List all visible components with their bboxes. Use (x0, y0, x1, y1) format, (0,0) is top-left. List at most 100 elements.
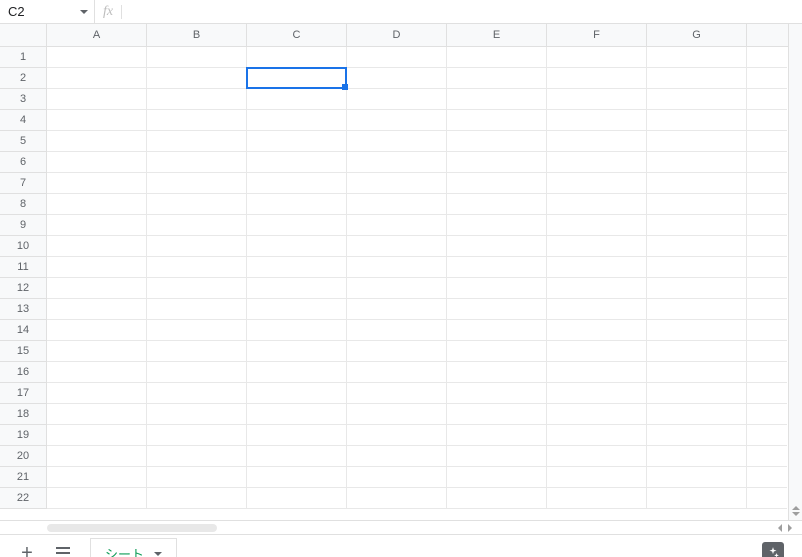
cell[interactable] (447, 152, 547, 173)
cell[interactable] (747, 488, 787, 509)
select-all-corner[interactable] (0, 24, 47, 46)
cell[interactable] (47, 152, 147, 173)
cell[interactable] (247, 131, 347, 152)
scroll-up-icon[interactable] (792, 506, 800, 510)
cell[interactable] (147, 257, 247, 278)
explore-button[interactable] (762, 542, 784, 557)
cell[interactable] (447, 425, 547, 446)
column-header[interactable]: F (547, 24, 647, 46)
cell[interactable] (147, 236, 247, 257)
cell[interactable] (747, 383, 787, 404)
cell[interactable] (647, 236, 747, 257)
cell[interactable] (147, 215, 247, 236)
cell[interactable] (147, 383, 247, 404)
cell[interactable] (147, 467, 247, 488)
cell[interactable] (747, 467, 787, 488)
cell[interactable] (47, 215, 147, 236)
cell[interactable] (347, 110, 447, 131)
cell[interactable] (247, 236, 347, 257)
cell[interactable] (547, 110, 647, 131)
row-header[interactable]: 21 (0, 467, 47, 488)
cell[interactable] (147, 278, 247, 299)
cell[interactable] (447, 467, 547, 488)
cell[interactable] (347, 215, 447, 236)
cell[interactable] (447, 404, 547, 425)
cell[interactable] (47, 488, 147, 509)
cell[interactable] (347, 425, 447, 446)
cell[interactable] (447, 341, 547, 362)
cell[interactable] (247, 320, 347, 341)
cell[interactable] (47, 278, 147, 299)
cell[interactable] (747, 341, 787, 362)
row-header[interactable]: 6 (0, 152, 47, 173)
cell[interactable] (47, 362, 147, 383)
cell[interactable] (547, 278, 647, 299)
cell[interactable] (647, 488, 747, 509)
cell[interactable] (247, 488, 347, 509)
cell[interactable] (547, 194, 647, 215)
cell[interactable] (547, 467, 647, 488)
sheet-tab[interactable]: シート (90, 538, 177, 557)
cell[interactable] (247, 299, 347, 320)
cell[interactable] (447, 257, 547, 278)
cell[interactable] (347, 152, 447, 173)
cell[interactable] (747, 362, 787, 383)
row-header[interactable]: 18 (0, 404, 47, 425)
column-header[interactable]: C (247, 24, 347, 46)
cell[interactable] (547, 236, 647, 257)
cell[interactable] (647, 47, 747, 68)
cell[interactable] (647, 68, 747, 89)
cell[interactable] (547, 425, 647, 446)
cell[interactable] (547, 89, 647, 110)
cell[interactable] (47, 68, 147, 89)
chevron-down-icon[interactable] (80, 10, 88, 14)
row-header[interactable]: 22 (0, 488, 47, 509)
cell[interactable] (247, 110, 347, 131)
row-header[interactable]: 7 (0, 173, 47, 194)
cell[interactable] (447, 299, 547, 320)
row-header[interactable]: 3 (0, 89, 47, 110)
cell[interactable] (47, 467, 147, 488)
cell[interactable] (47, 383, 147, 404)
cell[interactable] (47, 257, 147, 278)
cell[interactable] (347, 299, 447, 320)
cell[interactable] (747, 320, 787, 341)
cell[interactable] (747, 446, 787, 467)
cell[interactable] (447, 89, 547, 110)
row-header[interactable]: 4 (0, 110, 47, 131)
cell[interactable] (547, 152, 647, 173)
cell[interactable] (547, 173, 647, 194)
cell[interactable] (47, 131, 147, 152)
cell[interactable] (347, 341, 447, 362)
cell[interactable] (47, 425, 147, 446)
column-header[interactable]: B (147, 24, 247, 46)
horizontal-scrollbar-thumb[interactable] (47, 524, 217, 532)
cell[interactable] (647, 446, 747, 467)
cell[interactable] (247, 278, 347, 299)
cell[interactable] (347, 446, 447, 467)
cell[interactable] (447, 47, 547, 68)
cell[interactable] (547, 341, 647, 362)
cell[interactable] (447, 194, 547, 215)
name-box[interactable]: C2 (0, 0, 94, 23)
cell[interactable] (147, 194, 247, 215)
column-header[interactable] (747, 24, 787, 46)
cell[interactable] (147, 362, 247, 383)
cell[interactable] (347, 257, 447, 278)
cell[interactable] (747, 47, 787, 68)
cell[interactable] (147, 299, 247, 320)
cell[interactable] (247, 257, 347, 278)
cell[interactable] (447, 131, 547, 152)
cell[interactable] (347, 194, 447, 215)
cell[interactable] (47, 173, 147, 194)
cell[interactable] (547, 404, 647, 425)
cell[interactable] (47, 110, 147, 131)
scroll-down-icon[interactable] (792, 512, 800, 516)
row-header[interactable]: 19 (0, 425, 47, 446)
cell[interactable] (447, 278, 547, 299)
row-header[interactable]: 17 (0, 383, 47, 404)
row-header[interactable]: 16 (0, 362, 47, 383)
cell[interactable] (547, 215, 647, 236)
cell[interactable] (447, 110, 547, 131)
cell[interactable] (647, 320, 747, 341)
